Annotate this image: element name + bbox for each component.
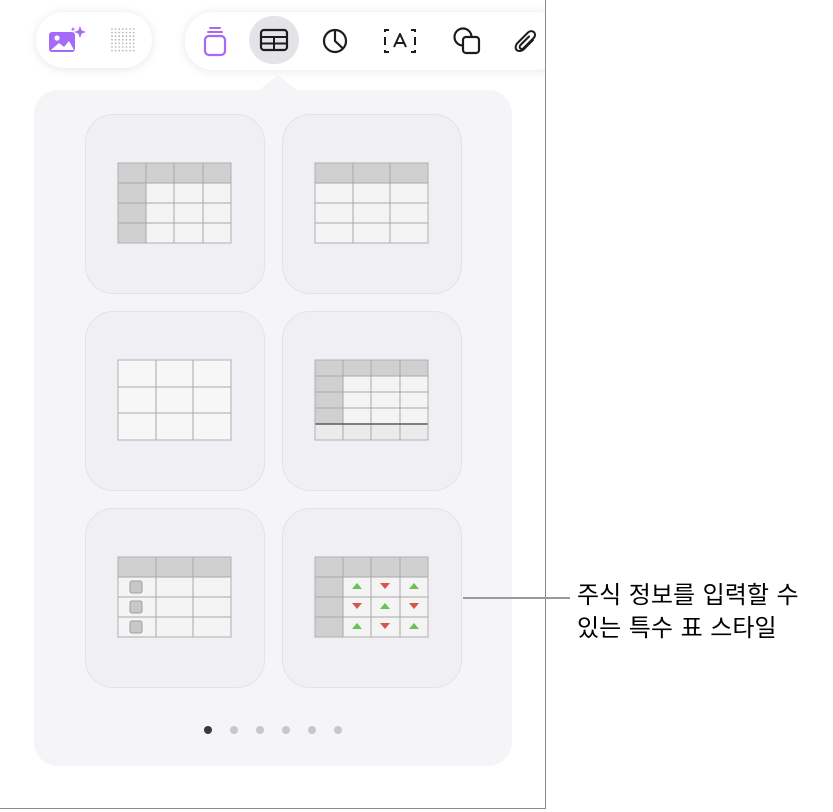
- image-playground-icon: [49, 26, 86, 52]
- app-window: [0, 0, 546, 809]
- table-styles-popover: [34, 90, 512, 766]
- header-row-table-style[interactable]: [282, 114, 462, 294]
- shape-button[interactable]: [445, 19, 489, 63]
- chart-button[interactable]: [313, 19, 357, 63]
- page-dot-6[interactable]: [334, 726, 342, 734]
- page-dot-1[interactable]: [204, 726, 212, 734]
- callout-line-2: 있는 특수 표 스타일: [577, 614, 777, 642]
- table-button[interactable]: [249, 16, 299, 64]
- attachment-button[interactable]: [503, 19, 545, 63]
- toolbar-left-group: [36, 12, 152, 68]
- shape-icon: [453, 27, 481, 55]
- page-dot-2[interactable]: [230, 726, 238, 734]
- stock-table-style[interactable]: [282, 508, 462, 688]
- checklist-table-style[interactable]: [85, 508, 265, 688]
- page-dot-5[interactable]: [308, 726, 316, 734]
- table-icon: [259, 28, 289, 52]
- image-playground-button[interactable]: [44, 18, 90, 62]
- grid-dots-button[interactable]: [102, 18, 144, 62]
- page-dot-3[interactable]: [256, 726, 264, 734]
- text-button[interactable]: [377, 19, 423, 63]
- header-row-table-thumbnail: [314, 162, 429, 244]
- stock-table-thumbnail: [314, 556, 429, 638]
- plain-table-thumbnail: [117, 359, 232, 441]
- attachment-icon: [514, 30, 537, 52]
- plain-table-style[interactable]: [85, 311, 265, 491]
- page-dot-4[interactable]: [282, 726, 290, 734]
- header-row-and-column-table-style[interactable]: [85, 114, 265, 294]
- callout-line: [463, 597, 570, 599]
- callout-text: 주식 정보를 입력할 수 있는 특수 표 스타일: [577, 579, 799, 645]
- toolbar-right-group: [185, 12, 545, 70]
- text-icon: [384, 29, 416, 53]
- header-row-column-footer-table-style[interactable]: [282, 311, 462, 491]
- callout-line-1: 주식 정보를 입력할 수: [577, 581, 799, 609]
- text-box-styles-icon: [203, 27, 227, 57]
- text-box-styles-button[interactable]: [193, 19, 237, 63]
- header-row-and-column-table-thumbnail: [117, 162, 232, 244]
- grid-dots-icon: [111, 28, 135, 52]
- checklist-table-thumbnail: [117, 556, 232, 638]
- chart-icon: [322, 28, 348, 54]
- header-row-column-footer-table-thumbnail: [314, 359, 429, 441]
